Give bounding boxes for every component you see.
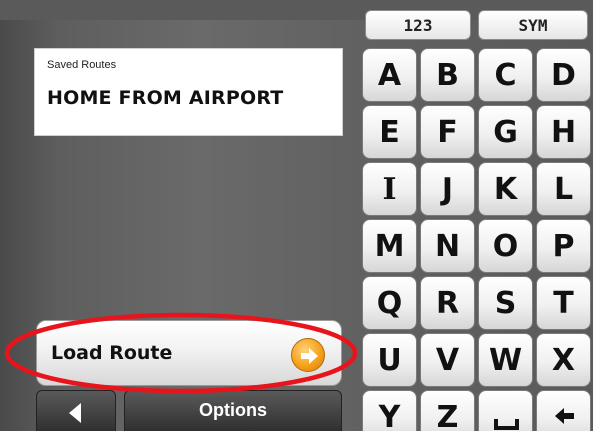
symbols-mode-button[interactable]: SYM — [478, 10, 588, 40]
key-a[interactable]: A — [362, 48, 417, 102]
load-route-label: Load Route — [51, 342, 173, 364]
options-label: Options — [199, 400, 267, 420]
space-icon — [494, 419, 519, 430]
key-b[interactable]: B — [420, 48, 475, 102]
backspace-icon — [555, 408, 574, 424]
route-name: HOME FROM AIRPORT — [47, 87, 284, 109]
key-i[interactable]: I — [362, 162, 417, 216]
key-x[interactable]: X — [536, 333, 591, 387]
key-z[interactable]: Z — [420, 390, 475, 431]
key-d[interactable]: D — [536, 48, 591, 102]
screen: Saved Routes HOME FROM AIRPORT Load Rout… — [0, 0, 593, 431]
key-e[interactable]: E — [362, 105, 417, 159]
key-r[interactable]: R — [420, 276, 475, 330]
key-l[interactable]: L — [536, 162, 591, 216]
left-arrow-icon — [69, 403, 81, 423]
key-m[interactable]: M — [362, 219, 417, 273]
key-p[interactable]: P — [536, 219, 591, 273]
key-q[interactable]: Q — [362, 276, 417, 330]
space-key[interactable] — [478, 390, 533, 431]
key-n[interactable]: N — [420, 219, 475, 273]
key-w[interactable]: W — [478, 333, 533, 387]
key-y[interactable]: Y — [362, 390, 417, 431]
key-h[interactable]: H — [536, 105, 591, 159]
key-o[interactable]: O — [478, 219, 533, 273]
key-f[interactable]: F — [420, 105, 475, 159]
key-j[interactable]: J — [420, 162, 475, 216]
key-s[interactable]: S — [478, 276, 533, 330]
back-button[interactable] — [36, 390, 116, 431]
saved-routes-label: Saved Routes — [47, 59, 117, 71]
key-u[interactable]: U — [362, 333, 417, 387]
key-k[interactable]: K — [478, 162, 533, 216]
key-v[interactable]: V — [420, 333, 475, 387]
right-arrow-circle-icon — [291, 338, 325, 372]
saved-route-display: Saved Routes HOME FROM AIRPORT — [34, 48, 343, 136]
key-g[interactable]: G — [478, 105, 533, 159]
numbers-mode-button[interactable]: 123 — [365, 10, 471, 40]
load-route-button[interactable]: Load Route — [36, 320, 342, 386]
key-c[interactable]: C — [478, 48, 533, 102]
key-t[interactable]: T — [536, 276, 591, 330]
options-button[interactable]: Options — [124, 390, 342, 431]
backspace-key[interactable] — [536, 390, 591, 431]
